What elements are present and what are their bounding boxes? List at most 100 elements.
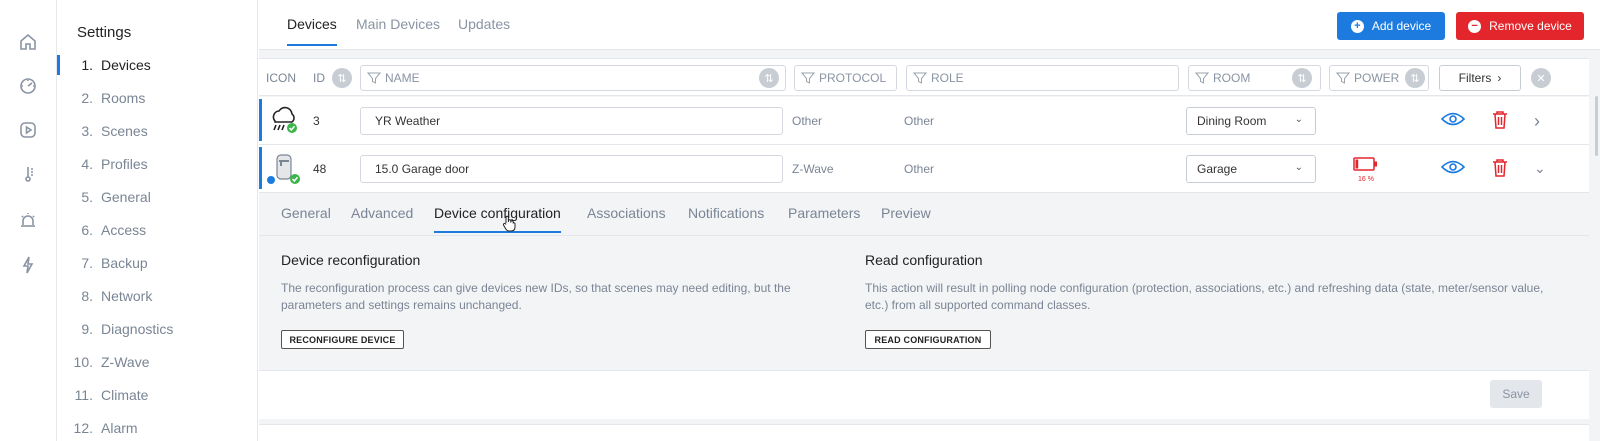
garage-door-icon bbox=[267, 154, 300, 184]
sort-id-icon[interactable]: ⇅ bbox=[332, 68, 352, 88]
name-filter-label: NAME bbox=[385, 71, 420, 85]
room-select[interactable]: Dining Room ⌄ bbox=[1186, 107, 1316, 135]
sidebar-item-profiles[interactable]: 4. Profiles bbox=[57, 152, 257, 176]
weather-icon bbox=[272, 106, 297, 133]
device-name-input[interactable]: YR Weather bbox=[360, 107, 783, 135]
sidebar-item-label: General bbox=[101, 189, 151, 205]
eye-icon[interactable] bbox=[1441, 159, 1465, 175]
row-accent bbox=[259, 147, 262, 189]
column-id: ID bbox=[313, 71, 325, 85]
sidebar-item-backup[interactable]: 7. Backup bbox=[57, 251, 257, 275]
device-protocol: Z-Wave bbox=[792, 162, 834, 176]
trash-icon[interactable] bbox=[1492, 110, 1508, 130]
name-filter-input[interactable]: NAME bbox=[360, 65, 786, 91]
battery-level: 16 % bbox=[1358, 176, 1374, 183]
filter-icon bbox=[1336, 72, 1350, 84]
filter-icon bbox=[801, 72, 815, 84]
tab-notifications[interactable]: Notifications bbox=[688, 205, 764, 231]
sidebar-item-scenes[interactable]: 3. Scenes bbox=[57, 119, 257, 143]
sort-name-icon[interactable]: ⇅ bbox=[759, 68, 779, 88]
device-id: 48 bbox=[313, 162, 327, 176]
reconfiguration-description: The reconfiguration process can give dev… bbox=[281, 280, 821, 314]
filters-button[interactable]: Filters › bbox=[1439, 65, 1521, 91]
tab-advanced[interactable]: Advanced bbox=[351, 205, 413, 231]
read-configuration-description-line: etc.) from all supported command classes… bbox=[865, 298, 1091, 312]
sidebar-item-network[interactable]: 8. Network bbox=[57, 284, 257, 308]
add-device-button[interactable]: + Add device bbox=[1337, 12, 1445, 40]
remove-device-button[interactable]: − Remove device bbox=[1456, 12, 1584, 40]
thermometer-icon[interactable] bbox=[17, 163, 39, 185]
sidebar-item-z-wave[interactable]: 10. Z-Wave bbox=[57, 350, 257, 374]
add-device-label: Add device bbox=[1371, 19, 1432, 33]
device-protocol: Other bbox=[792, 114, 823, 128]
sidebar-item-number: 1. bbox=[81, 57, 93, 73]
room-select[interactable]: Garage ⌄ bbox=[1186, 155, 1316, 183]
filter-icon bbox=[367, 72, 381, 84]
play-icon[interactable] bbox=[17, 119, 39, 141]
read-configuration-description: This action will result in polling node … bbox=[865, 280, 1585, 314]
device-name-input[interactable]: 15.0 Garage door bbox=[360, 155, 783, 183]
table-row[interactable] bbox=[259, 424, 1589, 441]
save-button[interactable]: Save bbox=[1490, 380, 1542, 408]
tab-updates[interactable]: Updates bbox=[458, 16, 510, 44]
energy-icon[interactable] bbox=[17, 254, 39, 276]
table-row[interactable]: 48 15.0 Garage door Z-Wave Other Garage … bbox=[259, 145, 1589, 193]
home-icon[interactable] bbox=[17, 31, 39, 53]
filters-label: Filters bbox=[1458, 71, 1492, 85]
tab-parameters[interactable]: Parameters bbox=[788, 205, 860, 231]
sidebar-item-label: Backup bbox=[101, 255, 148, 271]
read-configuration-button[interactable]: READ CONFIGURATION bbox=[865, 330, 991, 349]
reconfigure-device-button[interactable]: RECONFIGURE DEVICE bbox=[281, 330, 404, 349]
eye-icon[interactable] bbox=[1441, 111, 1465, 127]
sort-power-icon[interactable]: ⇅ bbox=[1405, 68, 1425, 88]
read-configuration-description-line: This action will result in polling node … bbox=[865, 281, 1544, 295]
dashboard-icon[interactable] bbox=[17, 75, 39, 97]
room-filter-label: ROOM bbox=[1213, 71, 1251, 85]
chevron-right-icon[interactable]: › bbox=[1534, 111, 1540, 132]
sidebar-item-number: 11. bbox=[74, 387, 93, 403]
sidebar-item-rooms[interactable]: 2. Rooms bbox=[57, 86, 257, 110]
sidebar-item-diagnostics[interactable]: 9. Diagnostics bbox=[57, 317, 257, 341]
sidebar-item-label: Z-Wave bbox=[101, 354, 150, 370]
sidebar-item-label: Devices bbox=[101, 57, 151, 73]
scrollbar[interactable] bbox=[1595, 96, 1598, 156]
sidebar-title: Settings bbox=[77, 24, 132, 41]
tab-main-devices[interactable]: Main Devices bbox=[356, 16, 440, 44]
sidebar-item-devices[interactable]: 1. Devices bbox=[57, 53, 257, 77]
sidebar-item-general[interactable]: 5. General bbox=[57, 185, 257, 209]
device-role: Other bbox=[904, 114, 935, 128]
alarm-icon[interactable] bbox=[17, 209, 39, 231]
role-filter-input[interactable]: ROLE bbox=[906, 65, 1179, 91]
protocol-filter-label: PROTOCOL bbox=[819, 71, 887, 85]
sidebar-item-alarm[interactable]: 12. Alarm bbox=[57, 416, 257, 440]
tab-associations[interactable]: Associations bbox=[587, 205, 666, 231]
sidebar-item-number: 10. bbox=[73, 354, 93, 370]
trash-icon[interactable] bbox=[1492, 158, 1508, 178]
sidebar-item-access[interactable]: 6. Access bbox=[57, 218, 257, 242]
table-header: ICON ID ⇅ NAME ⇅ PROTOCOL ROLE ROOM ⇅ PO… bbox=[259, 58, 1589, 96]
chevron-down-icon: ⌄ bbox=[1294, 162, 1303, 173]
plus-icon: + bbox=[1350, 19, 1364, 33]
sidebar-item-label: Rooms bbox=[101, 90, 146, 106]
sidebar-item-number: 2. bbox=[81, 90, 93, 106]
sidebar-item-climate[interactable]: 11. Climate bbox=[57, 383, 257, 407]
sort-room-icon[interactable]: ⇅ bbox=[1292, 68, 1312, 88]
sidebar-item-number: 9. bbox=[81, 321, 93, 337]
sidebar-item-label: Access bbox=[101, 222, 147, 238]
room-select-value: Dining Room bbox=[1197, 114, 1267, 128]
sidebar-item-number: 7. bbox=[81, 255, 93, 271]
settings-sidebar: Settings 1. Devices 2. Rooms 3. Scenes 4… bbox=[57, 0, 258, 441]
protocol-filter-input[interactable]: PROTOCOL bbox=[794, 65, 897, 91]
reconfiguration-title: Device reconfiguration bbox=[281, 252, 421, 268]
tab-general[interactable]: General bbox=[281, 205, 331, 231]
table-row[interactable]: 3 YR Weather Other Other Dining Room ⌄ › bbox=[259, 97, 1589, 145]
minus-icon: − bbox=[1468, 19, 1482, 33]
tab-device-configuration[interactable]: Device configuration bbox=[434, 205, 561, 233]
tab-preview[interactable]: Preview bbox=[881, 205, 931, 231]
filter-icon bbox=[1195, 72, 1209, 84]
tab-devices[interactable]: Devices bbox=[287, 16, 337, 46]
clear-filters-icon[interactable]: ✕ bbox=[1531, 68, 1551, 88]
sidebar-item-label: Alarm bbox=[101, 420, 138, 436]
battery-indicator: 16 % bbox=[1353, 156, 1383, 186]
chevron-down-icon[interactable]: ⌄ bbox=[1534, 160, 1546, 177]
